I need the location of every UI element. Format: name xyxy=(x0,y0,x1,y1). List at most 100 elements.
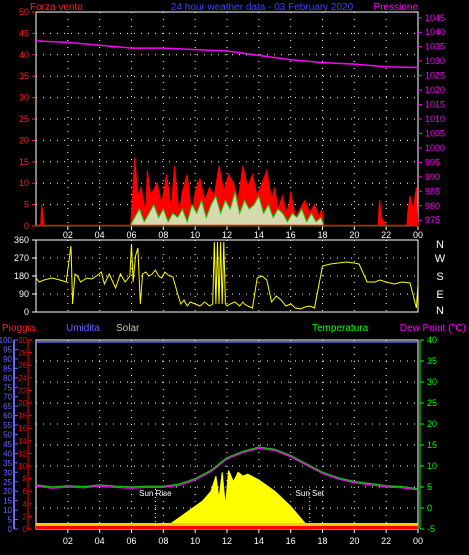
rain-tick-label: 14 xyxy=(18,437,27,446)
compass-label: N xyxy=(436,305,444,317)
wind-tick-label: 5 xyxy=(24,200,29,210)
rain-tick-label: 26 xyxy=(18,361,27,370)
direction-tick-label: 360 xyxy=(14,235,29,245)
wind-tick-label: 0 xyxy=(24,221,29,231)
wind-x-tick-label: 10 xyxy=(190,230,200,240)
temp-tick-label: -5 xyxy=(427,524,435,534)
temp-tick-label: 15 xyxy=(427,440,437,450)
wind-x-tick-label: 12 xyxy=(222,230,232,240)
humidity-tick-label: 85 xyxy=(3,364,12,373)
pressure-tick-label: 995 xyxy=(425,157,440,167)
compass-label: S xyxy=(436,271,443,283)
pressure-tick-label: 1040 xyxy=(425,27,445,37)
temp-x-tick-label: 22 xyxy=(381,536,391,546)
rain-tick-label: 2 xyxy=(23,512,28,521)
wind-tick-label: 30 xyxy=(19,93,29,103)
pressure-title: Pressione xyxy=(374,2,419,13)
wind-x-tick-label: 02 xyxy=(63,230,73,240)
wind-x-tick-label: 00 xyxy=(413,230,423,240)
temp-tick-label: 5 xyxy=(427,482,432,492)
rain-baseline-band xyxy=(36,523,418,526)
direction-tick-label: 270 xyxy=(14,253,29,263)
pressure-tick-label: 1005 xyxy=(425,128,445,138)
sun-annotation: Sun Set xyxy=(296,489,325,498)
temp-x-tick-label: 06 xyxy=(126,536,136,546)
humidity-tick-label: 15 xyxy=(3,497,12,506)
temp-x-tick-label: 08 xyxy=(158,536,168,546)
pressure-tick-label: 1025 xyxy=(425,71,445,81)
rain-tick-label: 30 xyxy=(18,336,27,345)
temp-x-tick-label: 12 xyxy=(222,536,232,546)
humidity-tick-label: 0 xyxy=(8,525,13,534)
wind-tick-label: 45 xyxy=(19,28,29,38)
direction-tick-label: 180 xyxy=(14,271,29,281)
rain-tick-label: 12 xyxy=(18,449,27,458)
wind-x-tick-label: 04 xyxy=(95,230,105,240)
wind-tick-label: 20 xyxy=(19,135,29,145)
wind-x-tick-label: 22 xyxy=(381,230,391,240)
temp-tick-label: 35 xyxy=(427,356,437,366)
temperature-series xyxy=(35,446,419,490)
humidity-tick-label: 25 xyxy=(3,478,12,487)
rain-series xyxy=(36,526,418,529)
pressure-tick-label: 975 xyxy=(425,215,440,225)
dewpoint-legend: Dew Point (°C) xyxy=(400,323,466,334)
rain-tick-label: 28 xyxy=(18,349,27,358)
rain-tick-label: 24 xyxy=(18,374,27,383)
temp-tick-label: 40 xyxy=(427,335,437,345)
wind-x-tick-label: 06 xyxy=(126,230,136,240)
rain-tick-label: 18 xyxy=(18,412,27,421)
rain-tick-label: 10 xyxy=(18,462,27,471)
temp-tick-label: 20 xyxy=(427,419,437,429)
temp-tick-label: 10 xyxy=(427,461,437,471)
temp-tick-label: 25 xyxy=(427,398,437,408)
rain-tick-label: 20 xyxy=(18,399,27,408)
temp-x-tick-label: 02 xyxy=(63,536,73,546)
pressure-tick-label: 1000 xyxy=(425,143,445,153)
humidity-tick-label: 50 xyxy=(3,431,12,440)
compass-label: N xyxy=(436,239,444,251)
weather-chart: Forza vento 24 hour weather data - 03 Fe… xyxy=(0,2,466,546)
humidity-tick-label: 100 xyxy=(0,336,13,345)
solar-series xyxy=(155,470,311,530)
rain-tick-label: 0 xyxy=(23,525,28,534)
humidity-tick-label: 90 xyxy=(3,355,12,364)
pressure-tick-label: 1045 xyxy=(425,13,445,23)
pressure-tick-label: 1015 xyxy=(425,100,445,110)
humidity-tick-label: 95 xyxy=(3,345,12,354)
humidity-tick-label: 35 xyxy=(3,459,12,468)
temp-x-tick-label: 10 xyxy=(190,536,200,546)
humidity-tick-label: 55 xyxy=(3,421,12,430)
rain-tick-label: 6 xyxy=(23,487,28,496)
wind-x-tick-label: 20 xyxy=(349,230,359,240)
humidity-legend: Umidita xyxy=(66,323,100,334)
rain-tick-label: 16 xyxy=(18,424,27,433)
pressure-tick-label: 1020 xyxy=(425,85,445,95)
temp-tick-label: 0 xyxy=(427,503,432,513)
temp-x-tick-label: 20 xyxy=(349,536,359,546)
pressure-tick-label: 980 xyxy=(425,201,440,211)
wind-speed-title: Forza vento xyxy=(30,2,83,13)
pressure-tick-label: 1035 xyxy=(425,42,445,52)
rain-tick-label: 22 xyxy=(18,386,27,395)
temp-x-tick-label: 18 xyxy=(317,536,327,546)
plot-layer: 0510152025303540455097598098599099510001… xyxy=(0,7,446,546)
temp-x-tick-label: 16 xyxy=(286,536,296,546)
wind-tick-label: 25 xyxy=(19,114,29,124)
pressure-tick-label: 1010 xyxy=(425,114,445,124)
direction-tick-label: 90 xyxy=(19,289,29,299)
temp-x-tick-label: 04 xyxy=(95,536,105,546)
rain-tick-label: 4 xyxy=(23,500,28,509)
wind-tick-label: 40 xyxy=(19,50,29,60)
temp-x-tick-label: 14 xyxy=(254,536,264,546)
humidity-tick-label: 30 xyxy=(3,468,12,477)
humidity-tick-label: 75 xyxy=(3,383,12,392)
sun-annotation: Sun Rise xyxy=(139,489,172,498)
wind-x-tick-label: 18 xyxy=(317,230,327,240)
temp-x-tick-label: 00 xyxy=(413,536,423,546)
wind-tick-label: 15 xyxy=(19,157,29,167)
rain-legend: Pioggia xyxy=(2,323,36,334)
wind-tick-label: 10 xyxy=(19,178,29,188)
humidity-tick-label: 20 xyxy=(3,487,12,496)
solar-legend: Solar xyxy=(116,323,140,334)
